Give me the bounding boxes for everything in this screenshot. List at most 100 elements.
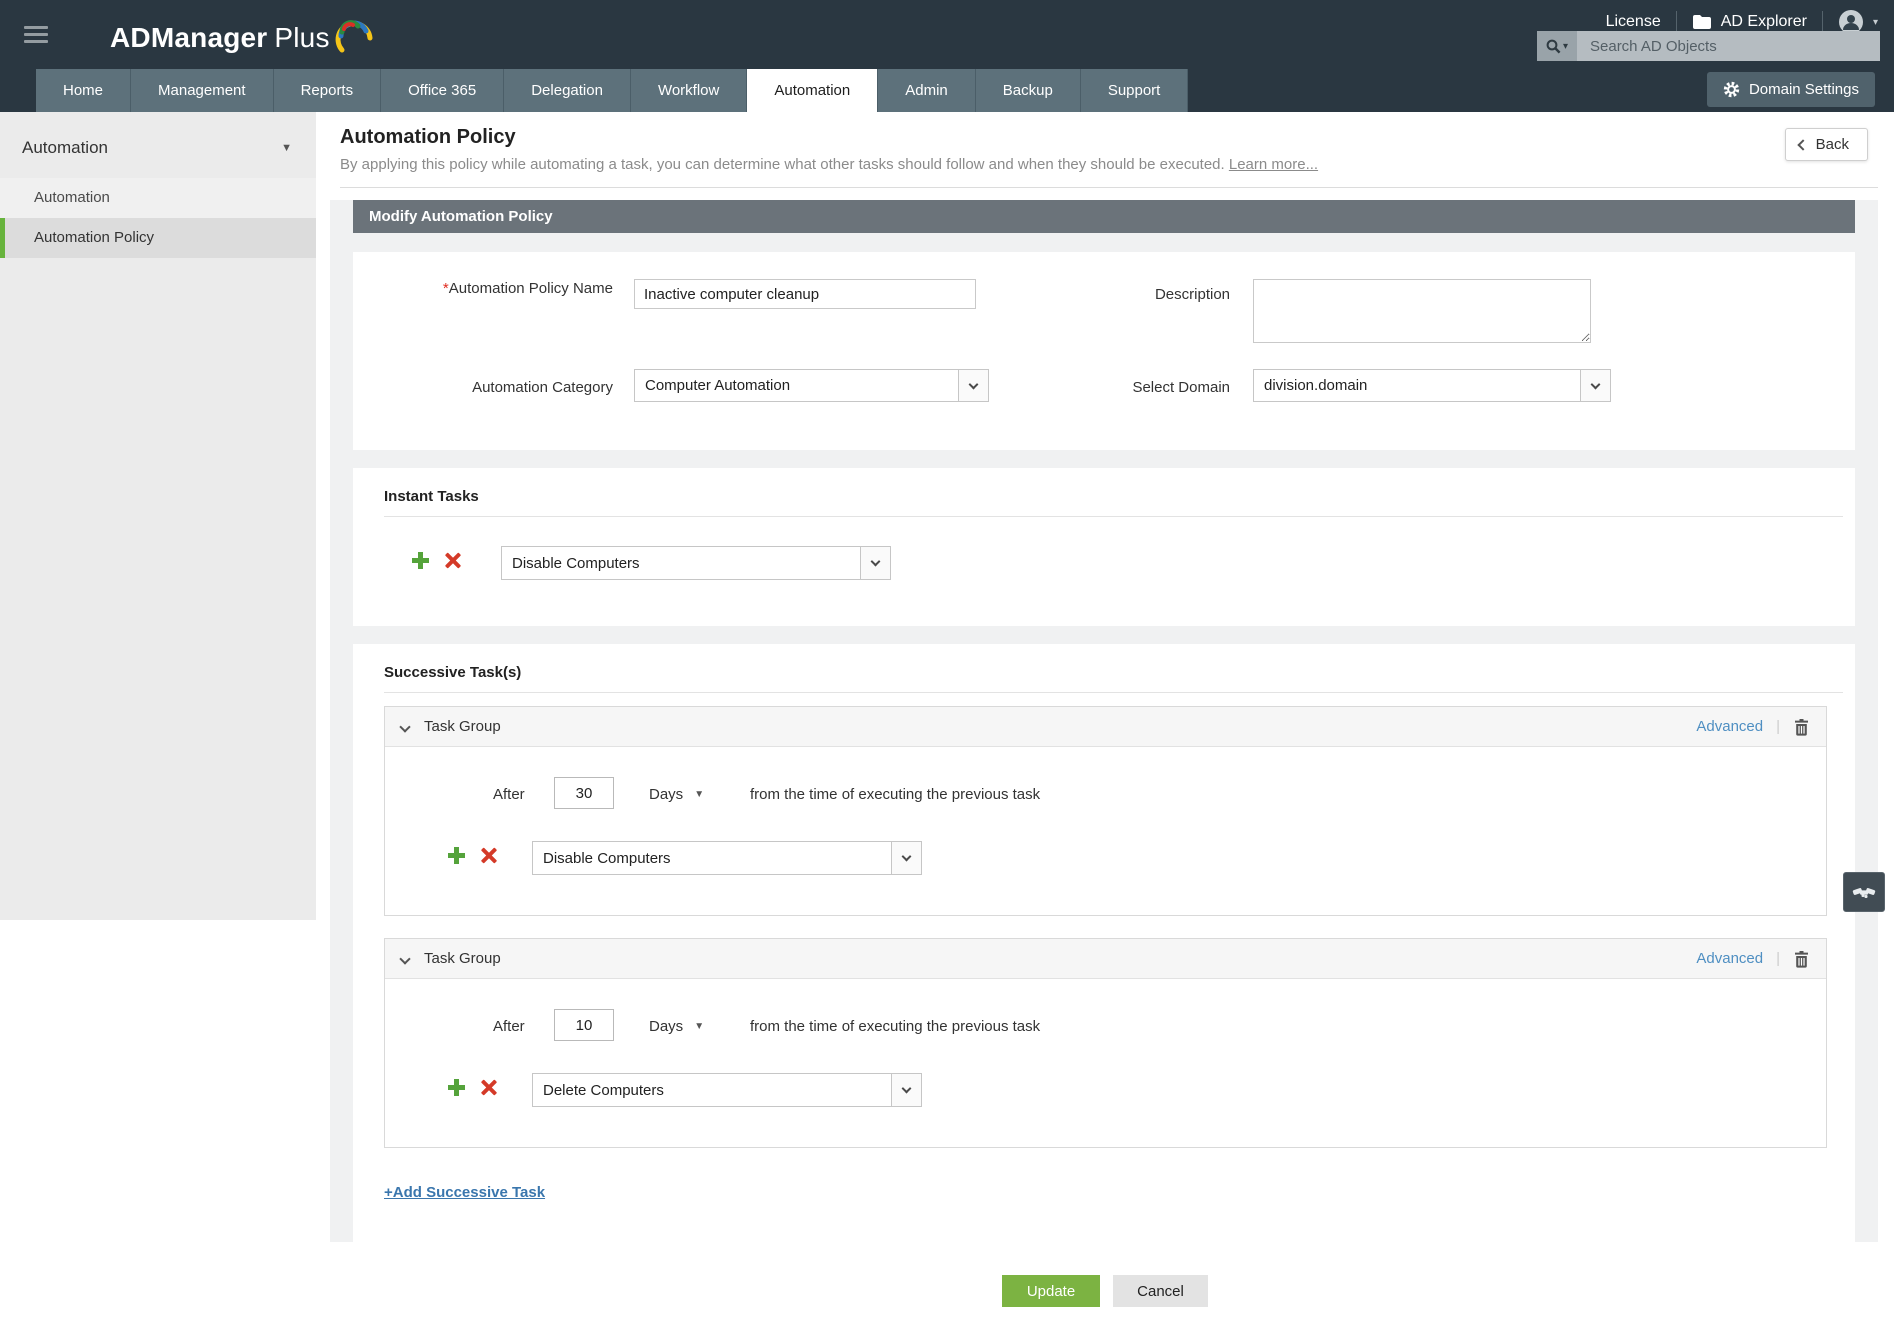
cancel-button[interactable]: Cancel bbox=[1113, 1275, 1208, 1307]
successive-task-select-1[interactable]: Disable Computers bbox=[532, 841, 922, 875]
successive-task-select-2[interactable]: Delete Computers bbox=[532, 1073, 922, 1107]
instant-tasks-heading: Instant Tasks bbox=[384, 488, 479, 505]
tab-backup[interactable]: Backup bbox=[975, 69, 1081, 112]
panel-title-bar: Modify Automation Policy bbox=[353, 200, 1855, 233]
feedback-handshake-tab[interactable] bbox=[1843, 872, 1885, 912]
days-caret-icon: ▼ bbox=[694, 789, 705, 800]
collapse-chevron-icon[interactable] bbox=[399, 952, 411, 965]
select-domain-select[interactable]: division.domain bbox=[1253, 369, 1611, 402]
license-link[interactable]: License bbox=[1606, 13, 1661, 31]
description-textarea[interactable] bbox=[1253, 279, 1591, 343]
task-group-2: Task Group Advanced | After 10 Days ▼ fr… bbox=[384, 938, 1827, 1148]
automation-category-select[interactable]: Computer Automation bbox=[634, 369, 989, 402]
successive-task-value: Disable Computers bbox=[543, 849, 671, 867]
after-days-input[interactable] bbox=[554, 777, 614, 809]
policy-form-section: *Automation Policy Name Description Auto… bbox=[353, 252, 1855, 450]
after-days-input[interactable] bbox=[554, 1009, 614, 1041]
top-bar: ADManager Plus License AD Explorer ▾ ▾ S… bbox=[0, 0, 1894, 112]
after-suffix-text: from the time of executing the previous … bbox=[750, 1018, 1041, 1035]
brand-name: ADManager bbox=[110, 22, 268, 53]
form-actions: Update Cancel bbox=[316, 1275, 1894, 1307]
add-task-icon[interactable] bbox=[448, 1079, 465, 1096]
select-chevron-icon bbox=[891, 842, 921, 874]
back-button[interactable]: Back bbox=[1784, 128, 1868, 161]
search-caret-icon: ▾ bbox=[1562, 40, 1569, 52]
task-group-title: Task Group bbox=[424, 718, 501, 735]
description-label: Description bbox=[1154, 286, 1230, 303]
advanced-link[interactable]: Advanced bbox=[1696, 718, 1763, 735]
tab-reports[interactable]: Reports bbox=[273, 69, 382, 112]
delete-group-icon[interactable] bbox=[1793, 950, 1810, 968]
sidebar-item-automation-policy[interactable]: Automation Policy bbox=[0, 218, 316, 258]
page-title: Automation Policy bbox=[340, 126, 516, 148]
header-separator: | bbox=[1776, 718, 1780, 735]
modify-policy-panel: Modify Automation Policy *Automation Pol… bbox=[330, 200, 1878, 1242]
remove-task-icon[interactable] bbox=[480, 847, 497, 864]
tab-home[interactable]: Home bbox=[36, 69, 132, 112]
search-input[interactable] bbox=[1577, 31, 1880, 61]
policy-name-input[interactable] bbox=[634, 279, 976, 309]
domain-settings-button[interactable]: Domain Settings bbox=[1706, 72, 1875, 107]
task-group-1-body: After Days ▼ from the time of executing … bbox=[385, 747, 1826, 915]
add-task-icon[interactable] bbox=[448, 847, 465, 864]
after-suffix-text: from the time of executing the previous … bbox=[750, 786, 1041, 803]
logo-swoosh-icon bbox=[335, 20, 373, 53]
automation-category-value: Computer Automation bbox=[645, 377, 791, 394]
page-subtitle: By applying this policy while automating… bbox=[340, 156, 1319, 173]
days-unit-dropdown[interactable]: Days ▼ bbox=[649, 786, 704, 803]
remove-task-icon[interactable] bbox=[444, 552, 461, 569]
delete-group-icon[interactable] bbox=[1793, 718, 1810, 736]
select-chevron-icon bbox=[891, 1074, 921, 1106]
back-chevron-icon bbox=[1796, 138, 1809, 151]
add-task-icon[interactable] bbox=[412, 552, 429, 569]
search-scope-button[interactable]: ▾ bbox=[1537, 31, 1577, 61]
section-divider bbox=[384, 692, 1843, 693]
page-layout: Automation ▼ Automation Automation Polic… bbox=[0, 112, 1894, 1344]
header-divider bbox=[340, 187, 1878, 188]
update-button[interactable]: Update bbox=[1002, 1275, 1100, 1307]
sidebar-item-automation[interactable]: Automation bbox=[0, 178, 316, 218]
select-domain-value: division.domain bbox=[1264, 377, 1368, 394]
app-logo: ADManager Plus bbox=[110, 14, 374, 60]
tab-delegation[interactable]: Delegation bbox=[504, 69, 631, 112]
task-group-2-header: Task Group Advanced | bbox=[385, 939, 1826, 979]
tab-automation[interactable]: Automation bbox=[747, 69, 879, 112]
search-icon bbox=[1546, 39, 1561, 53]
successive-task-value: Delete Computers bbox=[543, 1081, 664, 1099]
section-divider bbox=[384, 516, 1843, 517]
remove-task-icon[interactable] bbox=[480, 1079, 497, 1096]
tab-admin[interactable]: Admin bbox=[878, 69, 976, 112]
learn-more-link[interactable]: Learn more... bbox=[1229, 156, 1318, 173]
sidebar-caret-icon: ▼ bbox=[281, 142, 292, 154]
header-separator: | bbox=[1776, 950, 1780, 967]
days-unit-dropdown[interactable]: Days ▼ bbox=[649, 1018, 704, 1035]
instant-tasks-section: Instant Tasks Disable Computers bbox=[353, 468, 1855, 626]
automation-category-label: Automation Category bbox=[472, 379, 613, 396]
select-chevron-icon bbox=[1580, 370, 1610, 401]
advanced-link[interactable]: Advanced bbox=[1696, 950, 1763, 967]
page-header: Automation Policy By applying this polic… bbox=[316, 112, 1894, 173]
user-caret-icon: ▾ bbox=[1872, 16, 1878, 28]
tab-support[interactable]: Support bbox=[1080, 69, 1189, 112]
select-chevron-icon bbox=[958, 370, 988, 401]
policy-name-label: *Automation Policy Name bbox=[442, 280, 613, 297]
sidebar-panel: Automation ▼ Automation Automation Polic… bbox=[0, 112, 316, 920]
select-chevron-icon bbox=[860, 547, 890, 579]
collapse-chevron-icon[interactable] bbox=[399, 720, 411, 733]
tab-office365[interactable]: Office 365 bbox=[381, 69, 505, 112]
instant-task-value: Disable Computers bbox=[512, 554, 640, 572]
select-domain-label: Select Domain bbox=[1132, 379, 1230, 396]
sidebar-header[interactable]: Automation ▼ bbox=[0, 112, 316, 178]
ad-explorer-link[interactable]: AD Explorer bbox=[1692, 13, 1807, 31]
tab-management[interactable]: Management bbox=[131, 69, 274, 112]
sidebar: Automation ▼ Automation Automation Polic… bbox=[0, 112, 316, 1344]
ad-search: ▾ bbox=[1537, 31, 1880, 61]
add-successive-task-link[interactable]: +Add Successive Task bbox=[384, 1184, 545, 1201]
tab-workflow[interactable]: Workflow bbox=[630, 69, 748, 112]
instant-task-select[interactable]: Disable Computers bbox=[501, 546, 891, 580]
hamburger-menu-icon[interactable] bbox=[24, 26, 48, 47]
after-label: After bbox=[493, 786, 525, 803]
folder-icon bbox=[1692, 15, 1711, 29]
app-logo-text: ADManager Plus bbox=[110, 22, 330, 54]
successive-tasks-section: Successive Task(s) Task Group Advanced | bbox=[353, 644, 1855, 1242]
